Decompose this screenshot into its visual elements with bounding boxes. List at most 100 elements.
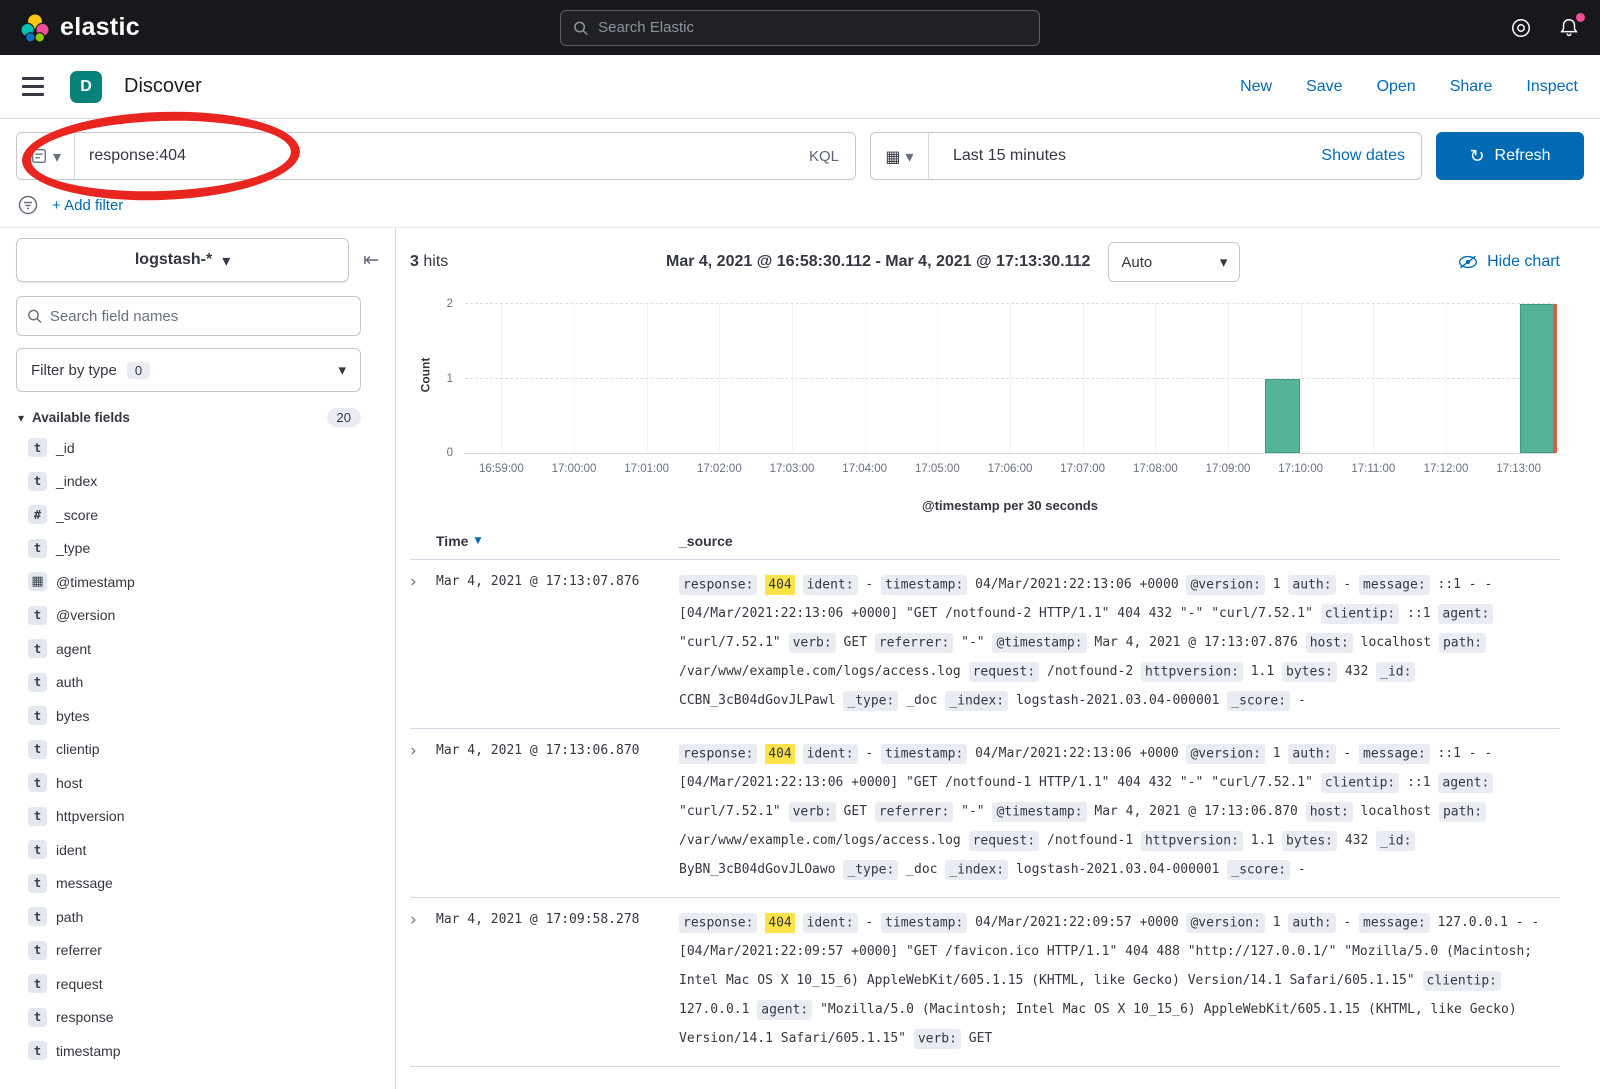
source-field-name: agent: — [757, 1000, 812, 1020]
field-name: referrer — [56, 942, 102, 958]
source-field-name: verb: — [914, 1029, 961, 1049]
time-picker-menu-button[interactable]: ▦ ▾ — [871, 133, 929, 179]
field-item-response[interactable]: tresponse — [16, 1001, 361, 1035]
y-axis-title: Count — [418, 358, 432, 393]
field-item-ident[interactable]: tident — [16, 833, 361, 867]
field-item-@timestamp[interactable]: ▦@timestamp — [16, 565, 361, 599]
source-field-value: _doc — [906, 862, 937, 877]
field-item-auth[interactable]: tauth — [16, 666, 361, 700]
saved-query-menu-button[interactable]: ▾ — [17, 133, 75, 179]
query-text[interactable]: response:404 — [75, 147, 809, 165]
notification-badge — [1576, 13, 1585, 22]
field-name: httpversion — [56, 808, 124, 824]
field-search[interactable] — [16, 296, 361, 336]
field-item-timestamp[interactable]: ttimestamp — [16, 1034, 361, 1068]
field-item-_id[interactable]: t_id — [16, 431, 361, 465]
filter-by-type-button[interactable]: Filter by type 0 ▾ — [16, 348, 361, 392]
histogram-bar[interactable] — [1520, 304, 1554, 453]
source-field-name: clientip: — [1321, 773, 1399, 793]
table-body: ›Mar 4, 2021 @ 17:13:07.876response: 404… — [410, 560, 1560, 1067]
source-field-value: logstash-2021.03.04-000001 — [1016, 862, 1220, 877]
time-picker: ▦ ▾ Last 15 minutes Show dates — [870, 132, 1422, 180]
x-tick-label: 17:03:00 — [770, 463, 815, 475]
collapse-sidebar-icon[interactable]: ⇤ — [363, 249, 379, 271]
field-item-request[interactable]: trequest — [16, 967, 361, 1001]
field-item-path[interactable]: tpath — [16, 900, 361, 934]
interval-select[interactable]: Auto ▾ — [1108, 242, 1240, 282]
histogram-bar[interactable] — [1265, 379, 1299, 454]
add-filter-button[interactable]: + Add filter — [52, 197, 123, 214]
show-dates-button[interactable]: Show dates — [1321, 147, 1421, 165]
source-field-name: @version: — [1186, 744, 1264, 764]
refresh-button[interactable]: ↻ Refresh — [1436, 132, 1584, 180]
index-pattern-label: logstash-* — [135, 251, 212, 269]
time-range-value[interactable]: Last 15 minutes — [929, 147, 1321, 165]
field-item-referrer[interactable]: treferrer — [16, 934, 361, 968]
field-item-_score[interactable]: #_score — [16, 498, 361, 532]
doc-time: Mar 4, 2021 @ 17:13:06.870 — [436, 739, 676, 884]
field-item-_index[interactable]: t_index — [16, 465, 361, 499]
x-axis-title: @timestamp per 30 seconds — [410, 498, 1560, 513]
filter-by-type-count: 0 — [127, 362, 150, 379]
query-input[interactable]: ▾ response:404 KQL — [16, 132, 856, 180]
source-field-name: referrer: — [875, 633, 953, 653]
alerts-icon[interactable] — [1558, 17, 1580, 39]
vertical-gridline — [1301, 304, 1302, 453]
nav-action-inspect[interactable]: Inspect — [1526, 78, 1578, 96]
field-name: host — [56, 775, 82, 791]
source-field-value: Mar 4, 2021 @ 17:13:07.876 — [1094, 635, 1298, 650]
source-field-value: "-" — [961, 804, 984, 819]
source-field-value: "-" — [961, 635, 984, 650]
vertical-gridline — [1446, 304, 1447, 453]
field-name: _score — [56, 507, 98, 523]
menu-icon[interactable] — [22, 77, 44, 96]
nav-action-save[interactable]: Save — [1306, 78, 1342, 96]
documents-table: Time ▼ _source › Mar 4, 2021 @ 17:13:07.8… — [410, 525, 1560, 1067]
index-pattern-select[interactable]: logstash-* ▾ — [16, 238, 349, 282]
field-name: response — [56, 1009, 114, 1025]
field-name: agent — [56, 641, 91, 657]
source-field-value: localhost — [1361, 635, 1431, 650]
source-field-value: 432 — [1345, 833, 1368, 848]
nav-action-open[interactable]: Open — [1377, 78, 1416, 96]
field-item-message[interactable]: tmessage — [16, 867, 361, 901]
time-column-header[interactable]: Time ▼ — [436, 533, 676, 549]
doc-row: ›Mar 4, 2021 @ 17:09:58.278response: 404… — [410, 898, 1560, 1067]
field-item-agent[interactable]: tagent — [16, 632, 361, 666]
elastic-logo[interactable]: elastic — [20, 13, 140, 43]
elastic-logo-icon — [20, 13, 50, 43]
source-field-name: message: — [1359, 744, 1430, 764]
x-tick-label: 17:04:00 — [842, 463, 887, 475]
expand-row-icon[interactable]: › — [410, 739, 436, 884]
field-item-bytes[interactable]: tbytes — [16, 699, 361, 733]
global-search[interactable] — [560, 10, 1040, 46]
source-field-name: auth: — [1288, 744, 1335, 764]
source-field-name: httpversion: — [1141, 662, 1243, 682]
x-tick-label: 17:02:00 — [697, 463, 742, 475]
hide-chart-button[interactable]: Hide chart — [1458, 253, 1560, 271]
field-item-@version[interactable]: t@version — [16, 599, 361, 633]
source-field-value: 1 — [1273, 915, 1281, 930]
nav-action-new[interactable]: New — [1240, 78, 1272, 96]
expand-row-icon[interactable]: › — [410, 908, 436, 1053]
field-item-_type[interactable]: t_type — [16, 532, 361, 566]
query-language-button[interactable]: KQL — [809, 148, 855, 165]
field-name: message — [56, 875, 113, 891]
help-icon[interactable] — [1510, 17, 1532, 39]
global-search-input[interactable] — [598, 19, 1027, 36]
source-field-name: response: — [679, 744, 757, 764]
field-item-host[interactable]: thost — [16, 766, 361, 800]
y-tick-label: 1 — [447, 373, 453, 385]
discover-app-badge[interactable]: D — [70, 71, 102, 103]
field-item-clientip[interactable]: tclientip — [16, 733, 361, 767]
table-header: Time ▼ _source — [410, 525, 1560, 560]
source-field-name: @version: — [1186, 913, 1264, 933]
field-item-httpversion[interactable]: thttpversion — [16, 800, 361, 834]
source-field-name: message: — [1359, 575, 1430, 595]
filter-icon[interactable] — [18, 195, 38, 215]
field-search-input[interactable] — [50, 308, 350, 325]
query-bar: ▾ response:404 KQL ▦ ▾ Last 15 minutes S… — [0, 119, 1600, 193]
nav-action-share[interactable]: Share — [1450, 78, 1493, 96]
chevron-down-icon[interactable]: ▾ — [18, 411, 24, 425]
expand-row-icon[interactable]: › — [410, 570, 436, 715]
